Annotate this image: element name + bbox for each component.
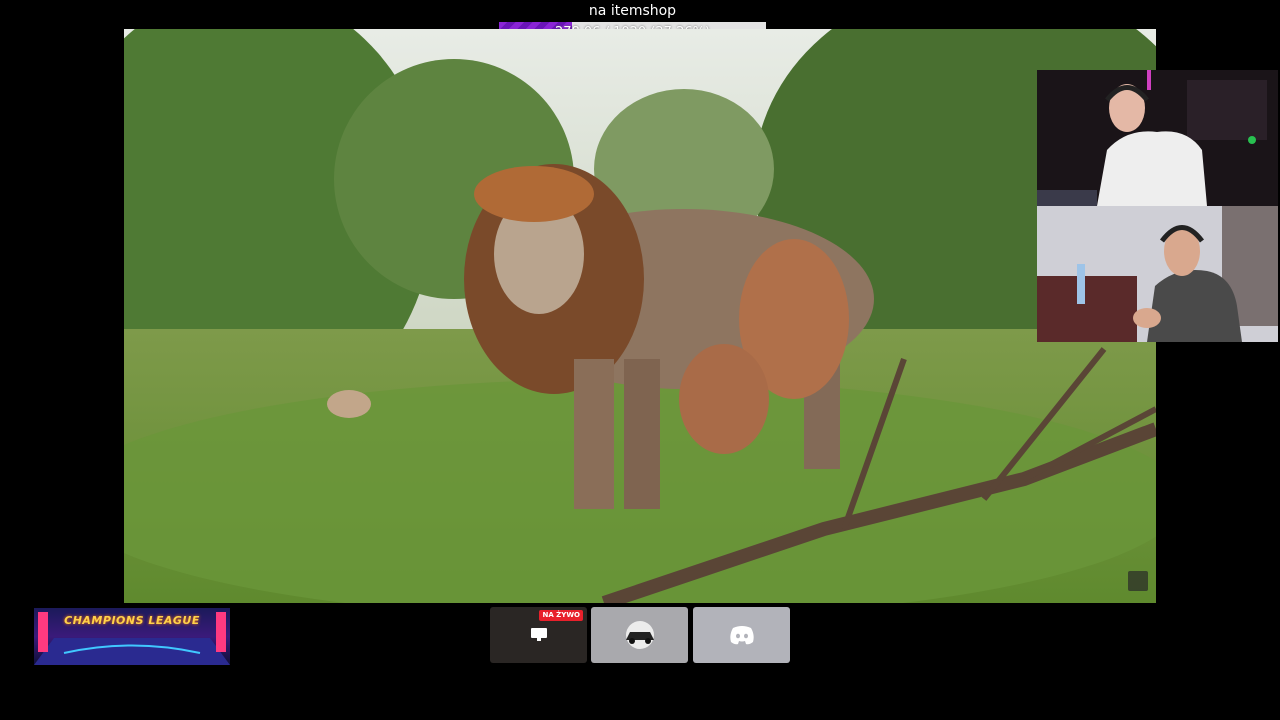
- discord-icon: [729, 626, 754, 645]
- live-badge: NA ŻYWO: [539, 610, 583, 621]
- champions-league-banner[interactable]: CHAMPIONS LEAGUE: [34, 608, 230, 665]
- video-scene-image: [124, 29, 1156, 603]
- webcam-streamer-2: [1037, 206, 1278, 342]
- discord-panel-button[interactable]: [693, 607, 790, 663]
- goal-title: na itemshop: [588, 3, 677, 19]
- stream-video[interactable]: [124, 29, 1156, 603]
- car-panel-button[interactable]: [591, 607, 688, 663]
- car-icon: [625, 621, 654, 649]
- webcam-person-icon: [1037, 206, 1278, 342]
- webcam-streamer-1: [1037, 70, 1278, 206]
- banner-title: CHAMPIONS LEAGUE: [64, 614, 200, 627]
- live-panel-button[interactable]: NA ŻYWO: [490, 607, 587, 663]
- watermark-icon: [1128, 571, 1148, 591]
- webcam-person-icon: [1037, 70, 1278, 206]
- monitor-icon: [530, 628, 547, 641]
